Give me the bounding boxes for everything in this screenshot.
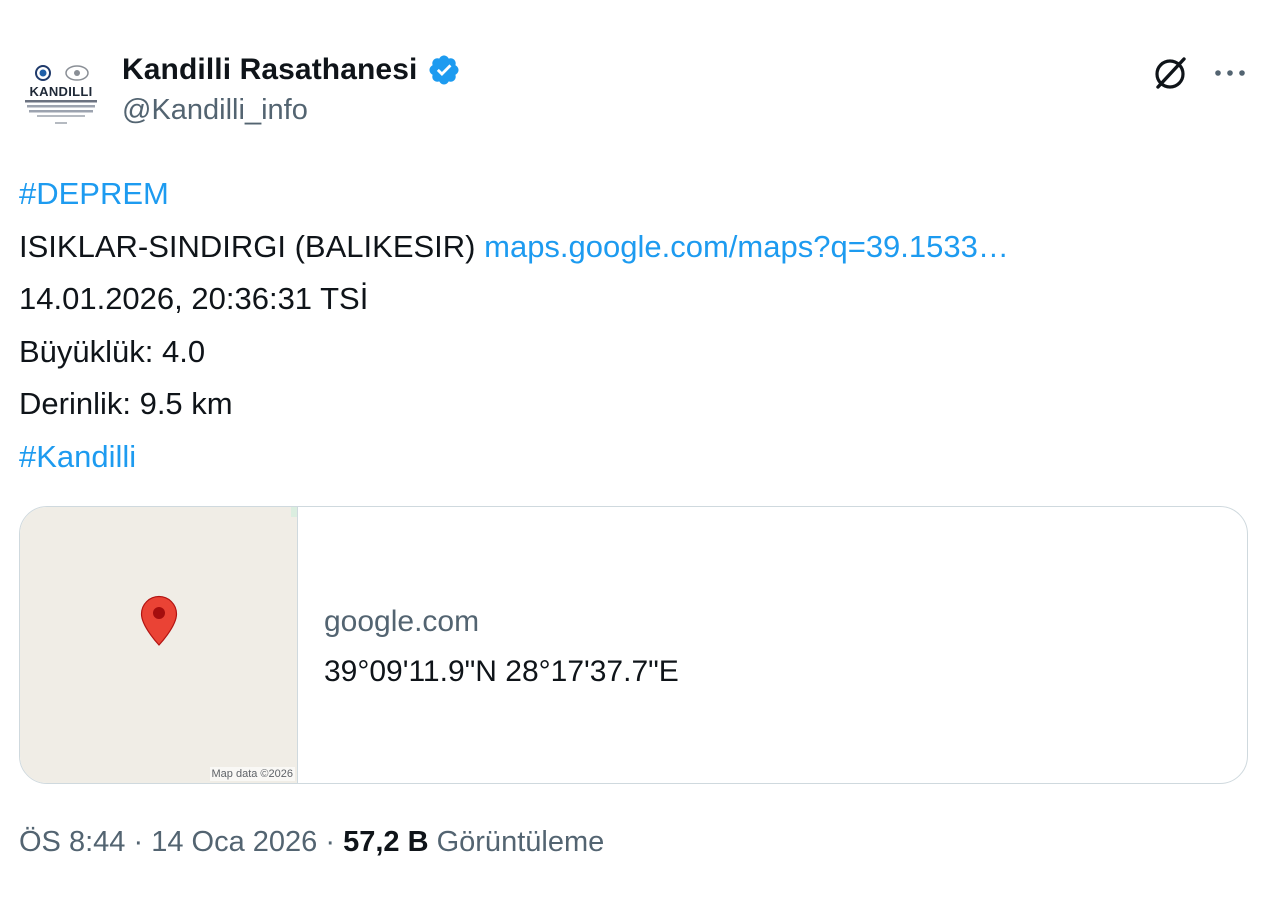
grok-slash-circle-icon[interactable] [1150, 53, 1190, 93]
verified-badge-icon[interactable] [427, 53, 461, 87]
author-row: Kandilli Rasathanesi [122, 50, 461, 90]
author-handle[interactable]: @Kandilli_info [122, 94, 308, 127]
author-name[interactable]: Kandilli Rasathanesi [122, 53, 417, 87]
depth-text: Derinlik: 9.5 km [19, 386, 233, 421]
link-preview-card[interactable]: Map data ©2026 google.com 39°09'11.9"N 2… [19, 506, 1248, 784]
tweet-time[interactable]: ÖS 8:44 [19, 826, 125, 858]
more-dots-icon[interactable] [1210, 53, 1250, 93]
datetime-text: 14.01.2026, 20:36:31 TSİ [19, 281, 369, 316]
hashtag-kandilli-link[interactable]: #Kandilli [19, 439, 136, 474]
map-pin-icon [140, 595, 178, 647]
magnitude-text: Büyüklük: 4.0 [19, 333, 206, 369]
card-text: google.com 39°09'11.9"N 28°17'37.7"E [298, 507, 1247, 783]
svg-text:KANDILLI: KANDILLI [29, 84, 92, 99]
views-count[interactable]: 57,2 B [343, 826, 428, 858]
card-title: 39°09'11.9"N 28°17'37.7"E [324, 655, 679, 688]
tweet-meta: ÖS 8:44 · 14 Oca 2026 · 57,2 B Görüntüle… [19, 826, 604, 859]
meta-separator: · [325, 826, 336, 858]
location-text: ISIKLAR-SINDIRGI (BALIKESIR) [19, 228, 476, 264]
kandilli-logo-icon: KANDILLI [25, 65, 97, 124]
tweet-date[interactable]: 14 Oca 2026 [151, 826, 317, 858]
tweet: KANDILLI Kandilli Rasathanesi @Kandilli_… [0, 0, 1280, 906]
map-url-link[interactable]: maps.google.com/maps?q=39.1533… [484, 229, 1009, 264]
map-thumbnail[interactable]: Map data ©2026 [20, 507, 298, 783]
map-water-patch [291, 507, 297, 517]
map-attribution: Map data ©2026 [209, 767, 295, 781]
views-label[interactable]: Görüntüleme [437, 826, 605, 858]
meta-separator: · [133, 826, 144, 858]
hashtag-deprem-link[interactable]: #DEPREM [19, 176, 169, 211]
card-domain: google.com [324, 605, 480, 638]
avatar[interactable]: KANDILLI [19, 55, 103, 139]
tweet-text: #DEPREM ISIKLAR-SINDIRGI (BALIKESIR) map… [19, 168, 1259, 483]
